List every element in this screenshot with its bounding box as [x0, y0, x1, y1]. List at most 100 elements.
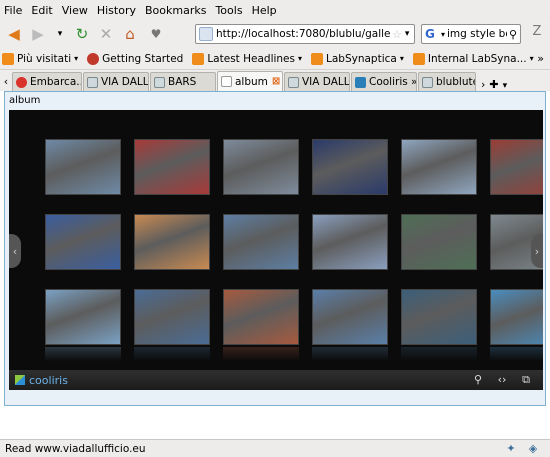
tab-scroll-right-icon[interactable]: ›	[481, 78, 485, 91]
home-icon[interactable]: ⌂	[120, 24, 140, 44]
photo-thumbnail[interactable]	[134, 289, 210, 345]
tab-via-dall-1[interactable]: VIA DALL...	[83, 72, 149, 91]
forward-arrow-icon[interactable]: ▶	[28, 24, 48, 44]
tab-cooliris[interactable]: Cooliris »...	[351, 72, 417, 91]
url-text[interactable]: http://localhost:7080/blublu/galleria_ne…	[216, 28, 390, 40]
history-dropdown-icon[interactable]: ▾	[50, 24, 70, 44]
rss-icon	[2, 52, 14, 65]
menu-bookmarks[interactable]: Bookmarks	[145, 4, 206, 17]
album-title: album	[9, 95, 41, 106]
page-content: album ‹ › cooliris ⚲ ‹› ⧉	[0, 91, 550, 439]
bookmarks-toolbar: Più visitati ▾ Getting Started Latest He…	[0, 48, 550, 70]
photo-thumbnail[interactable]	[401, 214, 477, 270]
tab-close-icon[interactable]: ⊠	[272, 76, 280, 87]
back-arrow-icon[interactable]: ◀	[4, 24, 24, 44]
reload-icon[interactable]: ↻	[72, 24, 92, 44]
photo-thumbnail[interactable]	[312, 289, 388, 345]
photo-thumbnail[interactable]	[223, 139, 299, 195]
rss-icon	[192, 52, 205, 65]
cooliris-logo-icon	[15, 375, 25, 385]
tab-favicon-icon	[422, 76, 433, 88]
google-engine-icon[interactable]: G	[425, 27, 439, 41]
tab-album[interactable]: album ⊠	[217, 71, 283, 91]
menu-tools[interactable]: Tools	[215, 4, 242, 17]
photo-thumbnail[interactable]	[45, 214, 121, 270]
photo-thumbnail[interactable]	[401, 139, 477, 195]
tab-favicon-icon	[16, 76, 27, 88]
tab-favicon-icon	[154, 76, 165, 88]
status-text: Read www.viadallufficio.eu	[5, 442, 146, 455]
photo-thumbnail[interactable]	[312, 139, 388, 195]
photo-thumbnail[interactable]	[45, 289, 121, 345]
tab-scroll-left-icon[interactable]: ‹	[0, 73, 12, 91]
menu-help[interactable]: Help	[252, 4, 277, 17]
firefox-icon	[87, 52, 100, 65]
scroll-right-arrow-icon[interactable]: ›	[531, 234, 543, 268]
photo-thumbnail[interactable]	[134, 139, 210, 195]
addon-status-icon[interactable]: ✦	[504, 442, 518, 456]
tab-favicon-icon	[87, 76, 98, 88]
tab-embarca[interactable]: Embarca...	[12, 72, 82, 91]
tab-blublutest[interactable]: blublutest	[418, 72, 476, 91]
tab-list-icon[interactable]: ▾	[503, 81, 508, 91]
url-dropdown-icon[interactable]: ▾	[405, 29, 410, 39]
photo-reflection	[45, 347, 121, 361]
bookmark-getting-started[interactable]: Getting Started	[87, 52, 183, 65]
menu-history[interactable]: History	[97, 4, 136, 17]
chevron-down-icon: ▾	[529, 54, 534, 63]
menu-bar: File Edit View History Bookmarks Tools H…	[0, 0, 550, 20]
photo-reflection	[401, 347, 477, 361]
cooliris-viewer[interactable]: ‹ › cooliris ⚲ ‹› ⧉	[9, 110, 543, 390]
tab-bars[interactable]: BARS	[150, 72, 216, 91]
bookmark-labsynaptica[interactable]: LabSynaptica ▾	[311, 52, 404, 65]
menu-file[interactable]: File	[4, 4, 22, 17]
cooliris-logo-text: cooliris	[29, 373, 68, 387]
cooliris-logo[interactable]: cooliris	[15, 374, 68, 387]
album-frame: album ‹ › cooliris ⚲ ‹› ⧉	[4, 91, 546, 406]
photo-reflection	[223, 347, 299, 361]
photo-thumbnail[interactable]	[401, 289, 477, 345]
extension-icon[interactable]: ♥	[146, 24, 166, 44]
scroll-left-arrow-icon[interactable]: ‹	[9, 234, 21, 268]
bookmark-latest-headlines[interactable]: Latest Headlines ▾	[192, 52, 302, 65]
site-favicon-icon	[199, 27, 213, 41]
thumbnail-grid	[9, 110, 543, 370]
fullscreen-icon[interactable]: ⧉	[515, 372, 537, 388]
photo-thumbnail[interactable]	[134, 214, 210, 270]
engine-dropdown-icon[interactable]: ▾	[441, 30, 445, 39]
chevron-down-icon: ▾	[74, 54, 79, 63]
cooliris-tools: ⚲ ‹› ⧉	[465, 372, 537, 388]
search-input[interactable]: img style bo	[447, 28, 507, 40]
tab-strip: ‹ Embarca... VIA DALL... BARS album ⊠ VI…	[0, 71, 550, 91]
bookmark-piu-visitati[interactable]: Più visitati ▾	[2, 52, 79, 65]
menu-edit[interactable]: Edit	[31, 4, 52, 17]
tab-favicon-icon	[221, 76, 232, 87]
tab-favicon-icon	[288, 76, 299, 88]
photo-thumbnail[interactable]	[223, 214, 299, 270]
zotero-icon[interactable]: Z	[528, 24, 546, 42]
photo-thumbnail[interactable]	[490, 289, 543, 345]
embed-code-icon[interactable]: ‹›	[491, 372, 513, 388]
photo-reflection	[312, 347, 388, 361]
search-icon[interactable]: ⚲	[509, 28, 517, 41]
photo-thumbnail[interactable]	[45, 139, 121, 195]
tab-favicon-icon	[355, 76, 366, 88]
bookmark-internal-labsyna[interactable]: Internal LabSyna... ▾	[412, 52, 534, 65]
photo-thumbnail[interactable]	[223, 289, 299, 345]
bookmarks-overflow-button[interactable]: »	[537, 52, 544, 65]
photo-thumbnail[interactable]	[312, 214, 388, 270]
bookmark-star-icon[interactable]: ☆	[392, 28, 402, 41]
photo-thumbnail[interactable]	[490, 139, 543, 195]
tab-via-dall-2[interactable]: VIA DALL...	[284, 72, 350, 91]
photo-reflection	[490, 347, 543, 361]
status-bar: Read www.viadallufficio.eu ✦ ◈	[0, 439, 550, 457]
search-icon[interactable]: ⚲	[467, 372, 489, 388]
chevron-down-icon: ▾	[399, 54, 404, 63]
url-bar[interactable]: http://localhost:7080/blublu/galleria_ne…	[195, 24, 415, 44]
stop-icon[interactable]: ✕	[96, 24, 116, 44]
search-bar[interactable]: G ▾ img style bo ⚲	[421, 24, 521, 44]
sync-status-icon[interactable]: ◈	[526, 442, 540, 456]
navigation-toolbar: ◀ ▶ ▾ ↻ ✕ ⌂ ♥ http://localhost:7080/blub…	[0, 21, 550, 47]
new-tab-icon[interactable]: ✚	[489, 78, 498, 91]
menu-view[interactable]: View	[62, 4, 88, 17]
